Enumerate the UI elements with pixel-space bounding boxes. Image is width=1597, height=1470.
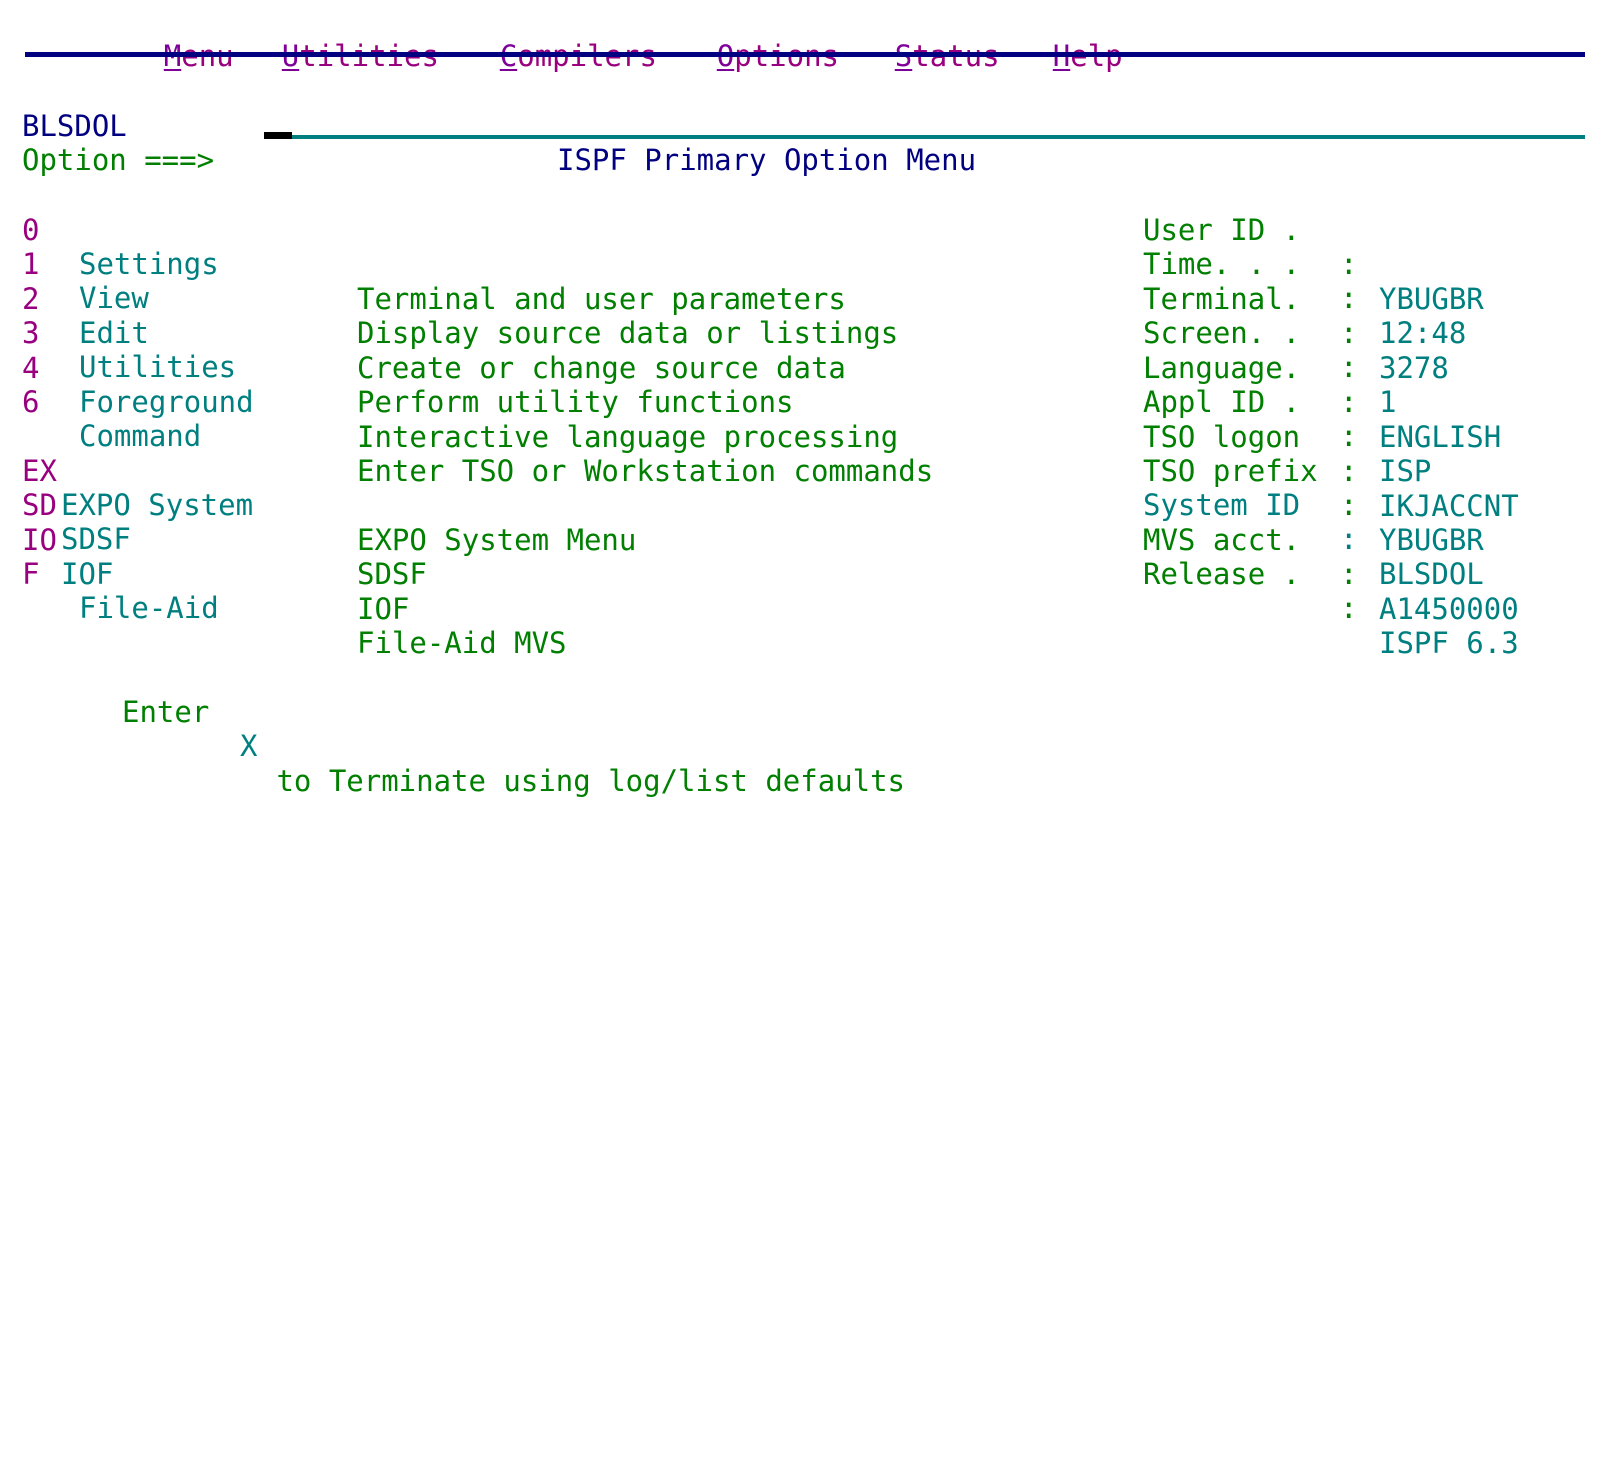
info-separator: :: [1340, 350, 1358, 384]
footer-message-prefix: Enter: [122, 694, 227, 729]
footer-message-row: Enter X to Terminate using log/list defa…: [0, 660, 905, 798]
info-separator: :: [1340, 316, 1358, 350]
option-name[interactable]: Settings: [79, 247, 219, 282]
option-description: File-Aid MVS: [357, 625, 567, 660]
info-value: IKJACCNT: [1379, 488, 1519, 523]
info-label: Appl ID .: [1143, 384, 1301, 419]
info-label: TSO prefix: [1143, 453, 1318, 488]
info-separator: :: [1340, 385, 1358, 419]
info-label: Time. . .: [1143, 246, 1301, 281]
option-input-underline: [264, 135, 1585, 139]
option-name[interactable]: File-Aid: [79, 591, 219, 626]
info-value: ISP: [1379, 453, 1432, 488]
option-name[interactable]: View: [79, 281, 149, 316]
info-row: Language. : ENGLISH: [0, 316, 1501, 454]
option-description: Display source data or listings: [357, 315, 899, 350]
option-description: SDSF: [357, 556, 427, 591]
info-row: User ID . : YBUGBR: [0, 178, 1484, 316]
info-label: MVS acct.: [1143, 522, 1301, 557]
option-input[interactable]: [264, 106, 1585, 136]
option-description: IOF: [357, 591, 410, 626]
info-label: User ID .: [1143, 212, 1301, 247]
option-name[interactable]: SDSF: [61, 522, 131, 557]
info-row: Release . : ISPF 6.3: [0, 522, 1519, 660]
info-value: YBUGBR: [1379, 281, 1484, 316]
info-label: Screen. .: [1143, 315, 1301, 350]
info-row: TSO prefix : YBUGBR: [0, 419, 1484, 557]
option-description: Interactive language processing: [357, 419, 899, 454]
info-row: Screen. . : 1: [0, 281, 1396, 419]
info-row: TSO logon : IKJACCNT: [0, 385, 1519, 523]
footer-terminate-key: X: [240, 729, 258, 763]
info-value: ISPF 6.3: [1379, 625, 1519, 660]
info-separator: :: [1340, 247, 1358, 281]
info-value: BLSDOL: [1379, 556, 1484, 591]
text-cursor: [264, 132, 292, 139]
info-separator: :: [1340, 522, 1358, 556]
option-description: Perform utility functions: [357, 384, 794, 419]
info-separator: :: [1340, 591, 1358, 625]
option-description: Enter TSO or Workstation commands: [357, 453, 934, 488]
option-name[interactable]: Command: [79, 419, 201, 454]
command-line-row: Option ===>: [0, 108, 214, 177]
action-bar: Menu Utilities Compilers Options Status …: [0, 0, 1123, 73]
ispf-terminal-screen: Menu Utilities Compilers Options Status …: [0, 0, 1597, 798]
info-value: 3278: [1379, 350, 1449, 385]
action-bar-divider: [25, 52, 1585, 57]
option-name[interactable]: EXPO System: [61, 488, 253, 523]
info-value: 1: [1379, 384, 1397, 419]
info-value: ENGLISH: [1379, 419, 1502, 454]
header-row: BLSDOL ISPF Primary Option Menu: [0, 74, 976, 178]
option-name[interactable]: Edit: [79, 316, 149, 351]
option-description: Terminal and user parameters: [357, 281, 846, 316]
info-row: MVS acct. : A1450000: [0, 488, 1519, 626]
option-name[interactable]: Foreground: [79, 385, 254, 420]
info-value: YBUGBR: [1379, 522, 1484, 557]
info-value: 12:48: [1379, 315, 1467, 350]
footer-message-suffix: to Terminate using log/list defaults: [259, 763, 906, 798]
info-label: Language.: [1143, 350, 1301, 385]
info-row: Terminal. : 3278: [0, 247, 1449, 385]
info-label: Terminal.: [1143, 281, 1301, 316]
info-label: System ID: [1143, 487, 1301, 522]
option-name[interactable]: Utilities: [79, 350, 236, 385]
info-separator: :: [1340, 281, 1358, 315]
option-description: Create or change source data: [357, 350, 846, 385]
info-separator: :: [1340, 557, 1358, 591]
command-line-prompt: Option ===>: [22, 142, 215, 177]
info-label: Release .: [1143, 556, 1301, 591]
info-row: System ID : BLSDOL: [0, 453, 1484, 591]
info-row: Appl ID . : ISP: [0, 350, 1431, 488]
info-separator: :: [1340, 488, 1358, 522]
info-row: Time. . . : 12:48: [0, 212, 1466, 350]
panel-title: ISPF Primary Option Menu: [557, 143, 977, 177]
info-label: TSO logon: [1143, 419, 1301, 454]
info-separator: :: [1340, 454, 1358, 488]
option-description: EXPO System Menu: [357, 522, 637, 557]
info-value: A1450000: [1379, 591, 1519, 626]
info-separator: :: [1340, 419, 1358, 453]
